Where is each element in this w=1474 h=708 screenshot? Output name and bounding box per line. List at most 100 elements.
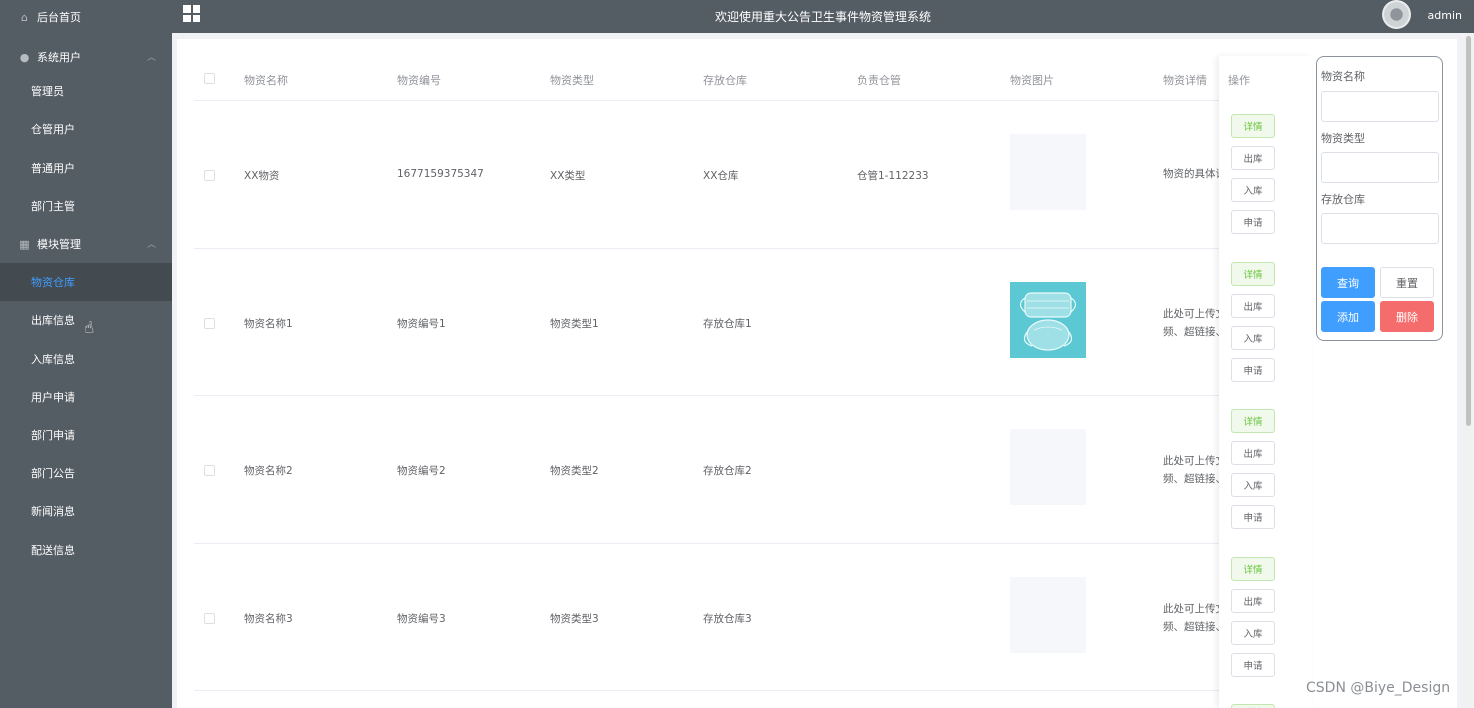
cell-warehouse: 存放仓库1 <box>703 317 752 330</box>
search-name-input[interactable] <box>1321 91 1439 122</box>
delete-button[interactable]: 删除 <box>1380 301 1434 332</box>
scrollbar-thumb[interactable] <box>1466 36 1471 426</box>
cell-name: 物资名称1 <box>244 317 293 330</box>
outbound-button[interactable]: 出库 <box>1231 441 1275 465</box>
sidebar-item-label: 普通用户 <box>31 161 75 175</box>
sidebar-item-normal-users[interactable]: 普通用户 <box>0 149 172 187</box>
sidebar-item-dept-requests[interactable]: 部门申请 <box>0 416 172 454</box>
apply-button[interactable]: 申请 <box>1231 505 1275 529</box>
cell-detail: 此处可上传文 频、超链接、 <box>1163 307 1220 338</box>
row-checkbox[interactable] <box>204 612 215 624</box>
row-checkbox[interactable] <box>204 170 215 181</box>
cell-name: 物资名称2 <box>244 465 293 478</box>
cell-detail: 物资的具体详 <box>1163 168 1220 180</box>
apply-button[interactable]: 申请 <box>1231 358 1275 382</box>
col-header-actions: 操作 <box>1228 74 1250 87</box>
row-checkbox[interactable] <box>204 465 215 477</box>
data-table: 物资名称 物资编号 物资类型 存放仓库 负责仓管 物资图片 物资详情 XX物资 … <box>194 56 1312 692</box>
avatar[interactable] <box>1382 0 1411 29</box>
operations-column: 操作 详情 出库 入库 申请 详情 出库 入库 申请 详情 出库 入库 申请 详… <box>1219 56 1312 708</box>
sidebar-item-label: 物资仓库 <box>31 276 75 290</box>
sidebar-group-system-users[interactable]: ● 系统用户 ︿ <box>0 38 172 76</box>
sidebar-item-inbound[interactable]: 入库信息 <box>0 340 172 378</box>
page-title: 欢迎使用重大公告卫生事件物资管理系统 <box>714 10 931 24</box>
sidebar-item-news[interactable]: 新闻消息 <box>0 492 172 530</box>
search-label-type: 物资类型 <box>1321 132 1365 145</box>
image-placeholder <box>1010 429 1086 506</box>
inbound-button[interactable]: 入库 <box>1231 178 1275 202</box>
cell-name: XX物资 <box>244 170 280 182</box>
table-row: 物资名称2 物资编号2 物资类型2 存放仓库2 此处可上传文 频、超链接、 <box>194 396 1312 544</box>
detail-button[interactable]: 详情 <box>1231 114 1275 138</box>
sidebar-item-label: 用户申请 <box>31 390 75 404</box>
sidebar-item-label: 后台首页 <box>37 11 81 24</box>
apply-button[interactable]: 申请 <box>1231 653 1275 677</box>
grid-icon: ▦ <box>19 237 30 251</box>
reset-button[interactable]: 重置 <box>1380 267 1434 298</box>
chevron-up-icon: ︿ <box>146 239 156 250</box>
sidebar-item-label: 部门主管 <box>31 199 75 213</box>
sidebar-item-delivery[interactable]: 配送信息 <box>0 530 172 568</box>
cell-keeper: 仓管1-112233 <box>857 170 929 182</box>
detail-button[interactable]: 详情 <box>1231 557 1275 581</box>
scrollbar[interactable] <box>1465 34 1472 708</box>
sidebar-item-label: 管理员 <box>31 85 64 99</box>
image-placeholder <box>1010 134 1086 210</box>
username[interactable]: admin <box>1428 9 1462 22</box>
sidebar-item-label: 系统用户 <box>37 51 81 65</box>
cell-type: 物资类型1 <box>550 317 599 330</box>
cell-name: 物资名称3 <box>244 612 293 625</box>
apply-button[interactable]: 申请 <box>1231 210 1275 234</box>
sidebar-item-label: 部门申请 <box>31 428 75 442</box>
image-placeholder <box>1010 576 1086 653</box>
cell-code: 物资编号2 <box>397 465 446 478</box>
cell-warehouse: XX仓库 <box>703 170 739 182</box>
sidebar-item-warehouse-users[interactable]: 仓管用户 <box>0 110 172 148</box>
detail-button[interactable]: 详情 <box>1231 262 1275 286</box>
row-checkbox[interactable] <box>204 317 215 329</box>
outbound-button[interactable]: 出库 <box>1231 146 1275 170</box>
sidebar-item-label: 仓管用户 <box>31 123 75 137</box>
sidebar-item-admin[interactable]: 管理员 <box>0 72 172 110</box>
top-header: 欢迎使用重大公告卫生事件物资管理系统 admin <box>172 0 1474 33</box>
detail-button[interactable]: 详情 <box>1231 409 1275 433</box>
inbound-button[interactable]: 入库 <box>1231 621 1275 645</box>
search-panel: 物资名称 物资类型 存放仓库 查询 重置 添加 删除 <box>1316 56 1443 341</box>
select-all-checkbox[interactable] <box>204 73 215 84</box>
cell-detail: 此处可上传文 频、超链接、 <box>1163 602 1220 633</box>
mask-product-image <box>1010 281 1086 358</box>
inbound-button[interactable]: 入库 <box>1231 326 1275 350</box>
sidebar-item-label: 配送信息 <box>31 543 75 557</box>
col-header-image: 物资图片 <box>1010 74 1054 87</box>
cell-code: 物资编号1 <box>397 317 446 330</box>
sidebar-item-dept-supervisor[interactable]: 部门主管 <box>0 187 172 225</box>
search-warehouse-input[interactable] <box>1321 213 1439 244</box>
search-label-warehouse: 存放仓库 <box>1321 193 1365 206</box>
col-header-code: 物资编号 <box>397 74 441 87</box>
sidebar-item-dept-notices[interactable]: 部门公告 <box>0 454 172 492</box>
sidebar-item-user-requests[interactable]: 用户申请 <box>0 378 172 416</box>
user-icon: ● <box>19 50 30 64</box>
sidebar-item-material-warehouse[interactable]: 物资仓库 <box>0 263 172 302</box>
col-header-detail: 物资详情 <box>1163 74 1207 87</box>
watermark: CSDN @Biye_Design <box>1306 680 1451 696</box>
table-row: 物资名称1 物资编号1 物资类型1 存放仓库1 此处可上传文 频、超链接、 <box>194 249 1312 397</box>
sidebar-item-home[interactable]: ⌂ 后台首页 <box>0 0 172 34</box>
outbound-button[interactable]: 出库 <box>1231 589 1275 613</box>
search-label-name: 物资名称 <box>1321 70 1365 83</box>
cell-detail: 此处可上传文 频、超链接、 <box>1163 455 1220 486</box>
query-button[interactable]: 查询 <box>1321 267 1375 298</box>
home-icon: ⌂ <box>21 10 28 24</box>
cell-code: 物资编号3 <box>397 612 446 625</box>
outbound-button[interactable]: 出库 <box>1231 294 1275 318</box>
table-row: 物资名称3 物资编号3 物资类型3 存放仓库3 此处可上传文 频、超链接、 <box>194 544 1312 692</box>
cell-code: 1677159375347 <box>397 168 484 180</box>
search-type-input[interactable] <box>1321 152 1439 183</box>
sidebar: ⌂ 后台首页 ● 系统用户 ︿ 管理员 仓管用户 普通用户 部门主管 ▦ 模块管… <box>0 0 172 708</box>
table-header: 物资名称 物资编号 物资类型 存放仓库 负责仓管 物资图片 物资详情 <box>194 56 1312 101</box>
sidebar-item-label: 新闻消息 <box>31 505 75 519</box>
detail-button[interactable]: 详情 <box>1231 704 1275 708</box>
inbound-button[interactable]: 入库 <box>1231 473 1275 497</box>
add-button[interactable]: 添加 <box>1321 301 1375 332</box>
sidebar-group-module-mgmt[interactable]: ▦ 模块管理 ︿ <box>0 225 172 263</box>
